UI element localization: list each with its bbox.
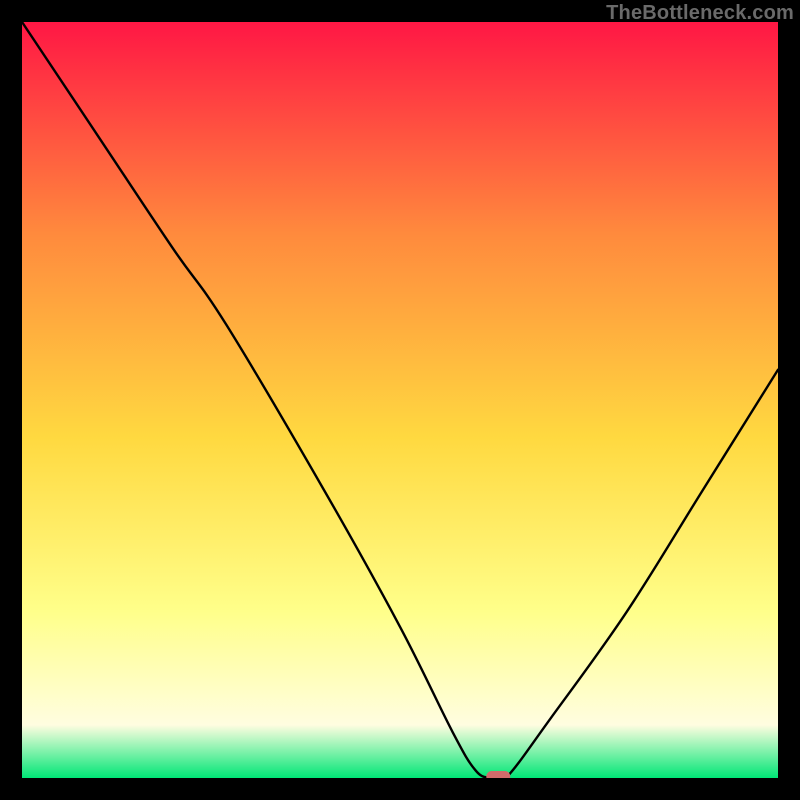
watermark-text: TheBottleneck.com xyxy=(606,2,794,25)
gradient-background xyxy=(22,22,778,778)
optimal-point-marker xyxy=(486,771,510,778)
bottleneck-chart xyxy=(22,22,778,778)
plot-area xyxy=(22,22,778,778)
chart-frame: TheBottleneck.com xyxy=(0,0,800,800)
